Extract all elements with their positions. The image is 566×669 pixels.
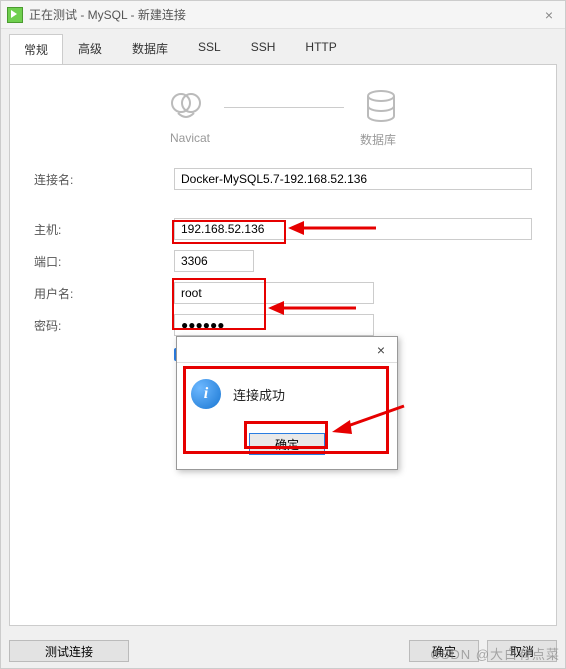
input-username[interactable] (174, 282, 374, 304)
navicat-logo-icon (168, 89, 204, 125)
input-connection-name[interactable] (174, 168, 532, 190)
database-label: 数据库 (360, 131, 396, 148)
row-username: 用户名: (34, 282, 532, 304)
label-username: 用户名: (34, 285, 174, 302)
dialog-body: i 连接成功 (177, 363, 397, 425)
navicat-label: Navicat (170, 131, 210, 148)
ok-button[interactable]: 确定 (409, 640, 479, 662)
row-connection-name: 连接名: (34, 168, 532, 190)
tab-advanced[interactable]: 高级 (63, 33, 117, 64)
row-port: 端口: (34, 250, 532, 272)
success-dialog: × i 连接成功 确定 (176, 336, 398, 470)
tab-bar: 常规 高级 数据库 SSL SSH HTTP (1, 29, 565, 64)
window-title: 正在测试 - MySQL - 新建连接 (29, 6, 186, 23)
cancel-button[interactable]: 取消 (487, 640, 557, 662)
test-connection-button[interactable]: 测试连接 (9, 640, 129, 662)
tab-http[interactable]: HTTP (290, 33, 351, 64)
tab-general[interactable]: 常规 (9, 34, 63, 65)
logo-divider (224, 107, 344, 108)
logo-row (34, 89, 532, 125)
dialog-titlebar: × (177, 337, 397, 363)
label-port: 端口: (34, 253, 174, 270)
input-password[interactable] (174, 314, 374, 336)
row-host: 主机: (34, 218, 532, 240)
input-port[interactable] (174, 250, 254, 272)
info-icon: i (191, 379, 221, 409)
navicat-app-icon (7, 7, 23, 23)
window-close-button[interactable]: × (539, 7, 559, 23)
database-icon (364, 89, 398, 125)
dialog-ok-button[interactable]: 确定 (249, 433, 325, 455)
dialog-close-button[interactable]: × (371, 342, 391, 358)
label-connection-name: 连接名: (34, 171, 174, 188)
row-password: 密码: (34, 314, 532, 336)
label-password: 密码: (34, 317, 174, 334)
connection-dialog-window: 正在测试 - MySQL - 新建连接 × 常规 高级 数据库 SSL SSH … (0, 0, 566, 669)
tab-ssh[interactable]: SSH (236, 33, 291, 64)
input-host[interactable] (174, 218, 532, 240)
label-host: 主机: (34, 221, 174, 238)
tab-ssl[interactable]: SSL (183, 33, 236, 64)
logo-labels: Navicat 数据库 (34, 131, 532, 148)
footer: 测试连接 确定 取消 (1, 634, 565, 668)
tab-database[interactable]: 数据库 (117, 33, 183, 64)
titlebar: 正在测试 - MySQL - 新建连接 × (1, 1, 565, 29)
dialog-message: 连接成功 (233, 385, 285, 404)
dialog-footer: 确定 (177, 425, 397, 469)
